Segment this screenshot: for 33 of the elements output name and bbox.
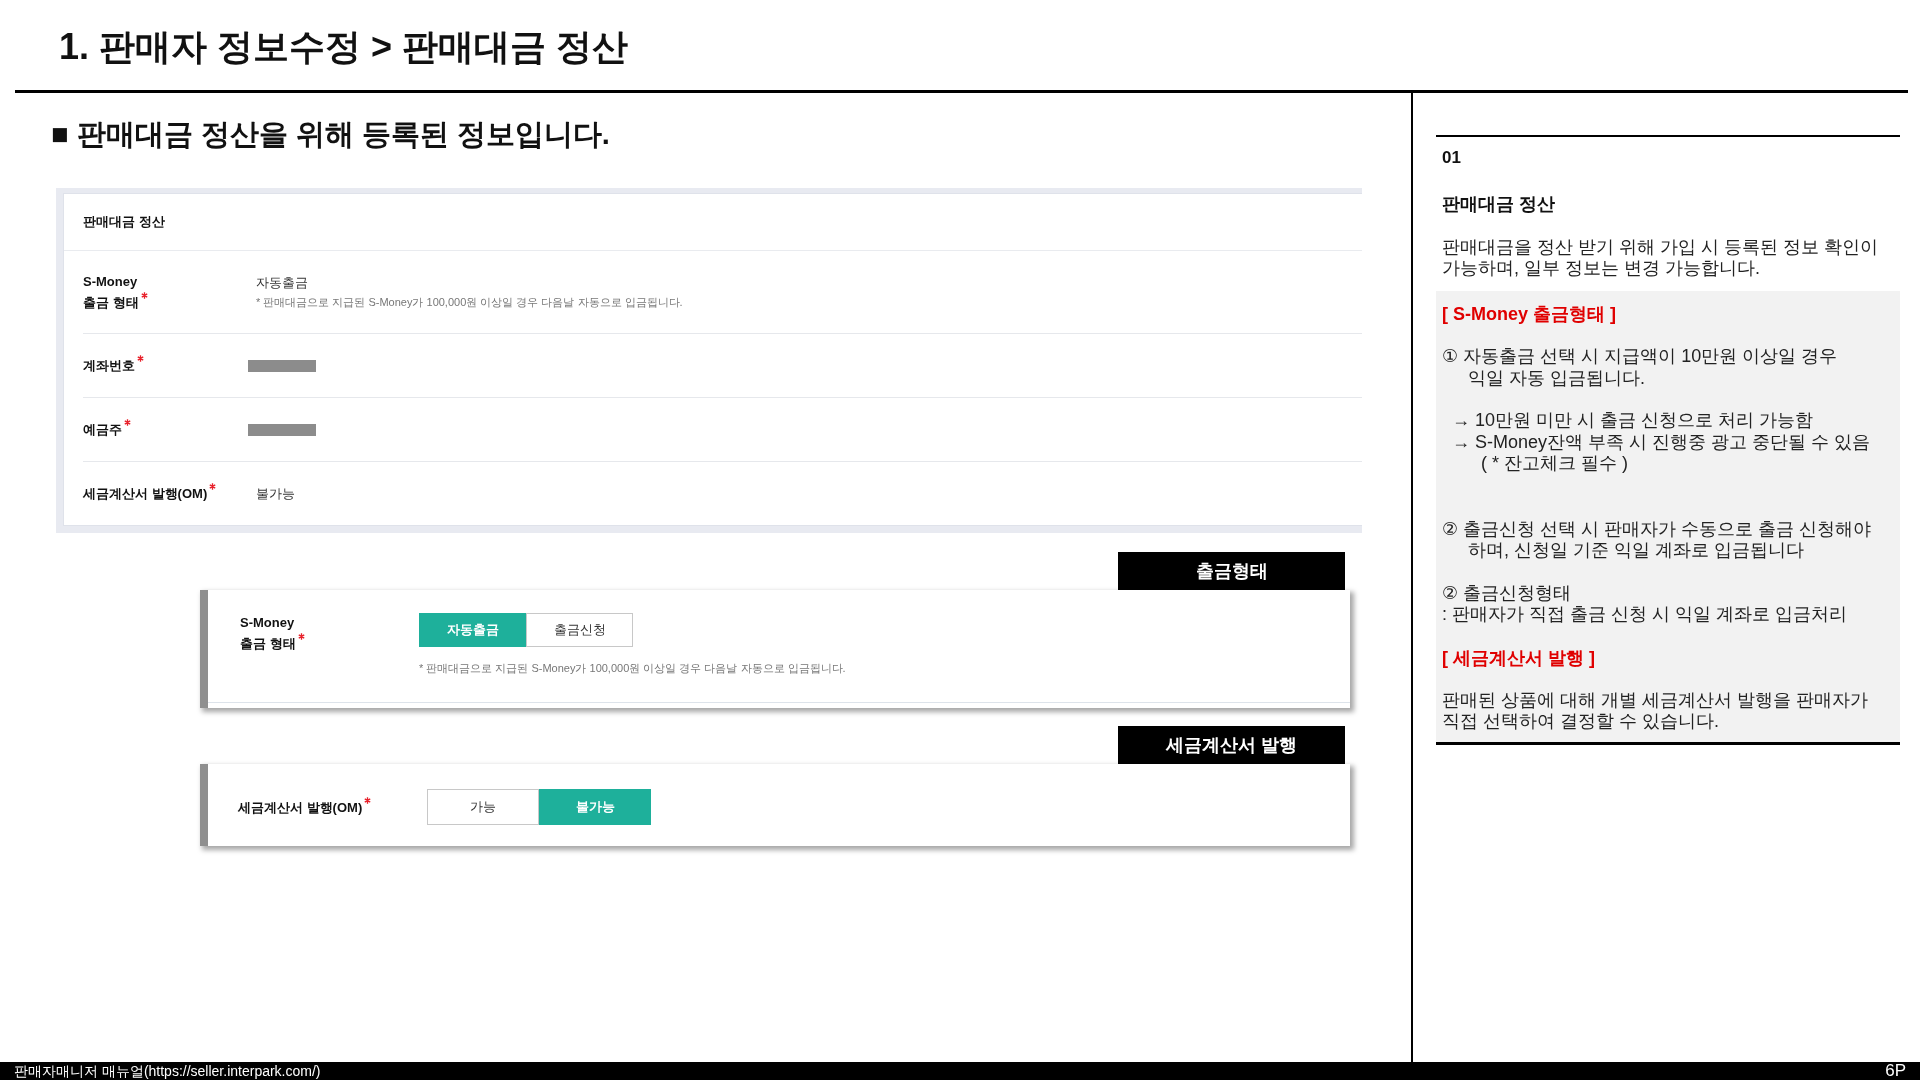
callout-label: 세금계산서 발행	[1118, 726, 1345, 764]
field-label: S-Money 출금 형태	[240, 615, 296, 651]
redacted-block	[248, 423, 316, 436]
note-text: ② 출금신청형태	[1442, 582, 1573, 604]
field-label: 세금계산서 발행(OM)	[238, 799, 363, 815]
page-title: 1. 판매자 정보수정 > 판매대금 정산	[59, 26, 629, 68]
field-value: 자동출금	[256, 275, 308, 291]
note-text: 판매된 상품에 대해 개별 세금계산서 발행을 판매자가 직접 선택하여 결정할 수 있습니다.	[1442, 689, 1869, 733]
field-note: * 판매대금으로 지급된 S-Money가 100,000원 이상일 경우 다음날 자동으로 입금됩니다.	[256, 295, 683, 309]
note-heading: [ 세금계산서 발행 ]	[1442, 646, 1595, 669]
segment-button[interactable]: 출금신청	[526, 613, 633, 647]
note-text: → S-Money잔액 부족 시 진행중 광고 중단될 수 있음 ( * 잔고체크 필수 )	[1452, 431, 1872, 475]
page-number: 6P	[1885, 1062, 1906, 1080]
note-text: ② 출금신청 선택 시 판매자가 수동으로 출금 신청해야 하며, 신청일 기준 익일 계좌로 입금됩니다	[1442, 518, 1873, 562]
description-title: 판매대금 정산	[1442, 193, 1555, 215]
segment-button[interactable]: 가능	[427, 789, 539, 825]
description-text: 판매대금을 정산 받기 위해 가입 시 등록된 정보 확인이 가능하며, 일부 정보는 변경 가능합니다.	[1442, 237, 1879, 279]
note-heading: [ S-Money 출금형태 ]	[1442, 303, 1616, 325]
field-value: 불가능	[256, 485, 295, 502]
section-title: ■ 판매대금 정산을 위해 등록된 정보입니다.	[51, 117, 610, 151]
callout-label: 출금형태	[1118, 552, 1345, 590]
field-note: * 판매대금으로 지급된 S-Money가 100,000원 이상일 경우 다음날 자동으로 입금됩니다.	[419, 661, 846, 675]
footer-text: 판매자매니저 매뉴얼(https://seller.interpark.com/)	[14, 1062, 321, 1080]
note-text: : 판매자가 직접 출금 신청 시 익일 계좌로 입금처리	[1442, 604, 1848, 626]
redacted-block	[248, 359, 316, 372]
step-number: 01	[1442, 148, 1461, 168]
field-label: 세금계산서 발행(OM)	[83, 486, 208, 501]
note-text: ① 자동출금 선택 시 지급액이 10만원 이상일 경우 익일 자동 입금됩니다.	[1442, 346, 1839, 389]
field-label: S-Money 출금 형태	[83, 273, 139, 310]
panel-title: 판매대금 정산	[83, 213, 165, 231]
field-label: 예금주	[83, 422, 122, 437]
note-text: → 10만원 미만 시 출금 신청으로 처리 가능함	[1452, 410, 1815, 432]
field-label: 계좌번호	[83, 358, 135, 373]
